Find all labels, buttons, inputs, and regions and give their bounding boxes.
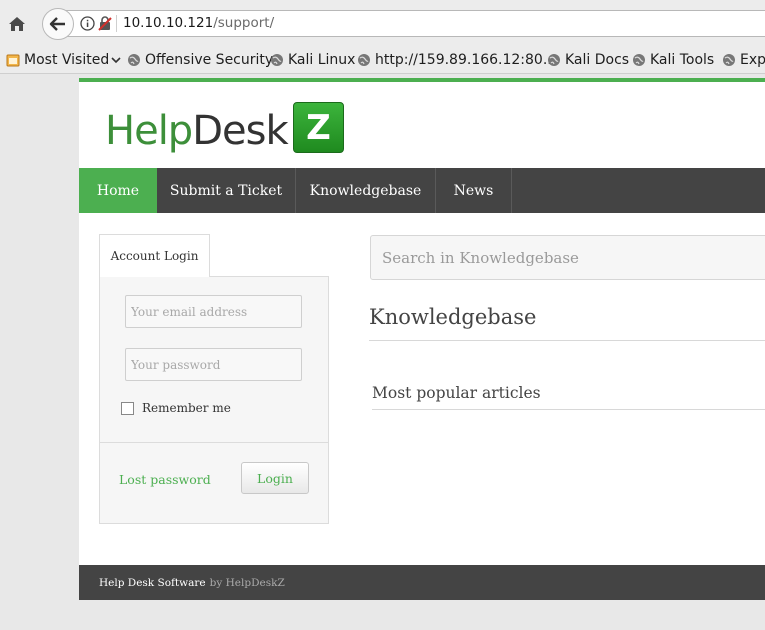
back-button[interactable] — [42, 8, 74, 40]
login-panel: Remember me Lost password Login — [99, 276, 329, 524]
bookmark-offensive-security[interactable]: Offensive Security — [127, 51, 273, 69]
bookmark-http-link[interactable]: http://159.89.166.12:80... — [357, 51, 556, 69]
main-nav: Home Submit a Ticket Knowledgebase News — [79, 168, 765, 213]
remember-me[interactable]: Remember me — [121, 401, 231, 415]
chevron-down-icon — [111, 57, 121, 64]
page-footer: Help Desk Software by HelpDeskZ — [79, 565, 765, 600]
divider — [369, 340, 765, 341]
remember-label: Remember me — [142, 401, 231, 415]
folder-icon — [6, 54, 20, 67]
browser-toolbar: 10.10.10.121/support/ — [0, 0, 765, 46]
login-button[interactable]: Login — [241, 462, 309, 494]
bookmark-label: Offensive Security — [145, 52, 274, 68]
nav-submit-ticket[interactable]: Submit a Ticket — [157, 168, 296, 213]
nav-news[interactable]: News — [436, 168, 512, 213]
bookmark-label: Most Visited — [24, 52, 110, 68]
insecure-lock-icon[interactable] — [98, 16, 112, 31]
tab-account-login[interactable]: Account Login — [99, 234, 210, 277]
url-separator — [116, 15, 117, 32]
info-icon[interactable] — [80, 16, 95, 31]
footer-software: Help Desk Software — [99, 576, 206, 589]
url-text[interactable]: 10.10.10.121/support/ — [123, 15, 274, 31]
globe-icon — [723, 54, 735, 66]
remember-checkbox[interactable] — [121, 401, 134, 415]
bookmarks-toolbar: Most Visited Offensive Security Kali Lin… — [0, 46, 765, 74]
bookmark-label: Kali Tools — [650, 52, 715, 68]
url-host: 10.10.10.121 — [123, 15, 214, 31]
nav-home[interactable]: Home — [79, 168, 157, 213]
home-icon[interactable] — [5, 12, 29, 36]
logo-desk: Desk — [192, 108, 288, 154]
email-field[interactable] — [125, 295, 302, 328]
globe-icon — [548, 54, 560, 66]
bookmark-kali-linux[interactable]: Kali Linux — [270, 51, 355, 69]
bookmark-kali-tools[interactable]: Kali Tools — [632, 51, 714, 69]
bookmark-label: Kali Docs — [565, 52, 630, 68]
kb-title: Knowledgebase — [369, 305, 537, 329]
nav-knowledgebase[interactable]: Knowledgebase — [296, 168, 436, 213]
globe-icon — [128, 54, 140, 66]
bookmark-exploit[interactable]: Expl — [722, 51, 765, 69]
logo-wordmark: HelpDesk — [105, 108, 289, 154]
lost-password-link[interactable]: Lost password — [119, 472, 211, 487]
bookmark-kali-docs[interactable]: Kali Docs — [547, 51, 629, 69]
kb-search-input[interactable] — [370, 235, 765, 280]
divider — [100, 442, 328, 443]
popular-articles-heading: Most popular articles — [372, 384, 541, 402]
footer-credit-link[interactable]: by HelpDeskZ — [210, 577, 285, 589]
url-path: /support/ — [213, 15, 275, 31]
bookmark-label: http://159.89.166.12:80... — [375, 52, 557, 68]
globe-icon — [358, 54, 370, 66]
globe-icon — [633, 54, 645, 66]
back-arrow-icon — [49, 17, 65, 31]
bookmark-label: Kali Linux — [288, 52, 356, 68]
logo-z-badge: Z — [293, 102, 344, 153]
bookmark-most-visited[interactable]: Most Visited — [6, 51, 121, 69]
helpdesk-page: HelpDesk Z Home Submit a Ticket Knowledg… — [79, 78, 765, 600]
bookmark-label: Expl — [740, 52, 765, 68]
divider — [372, 409, 765, 410]
globe-icon — [271, 54, 283, 66]
password-field[interactable] — [125, 348, 302, 381]
logo-help: Help — [105, 108, 193, 154]
